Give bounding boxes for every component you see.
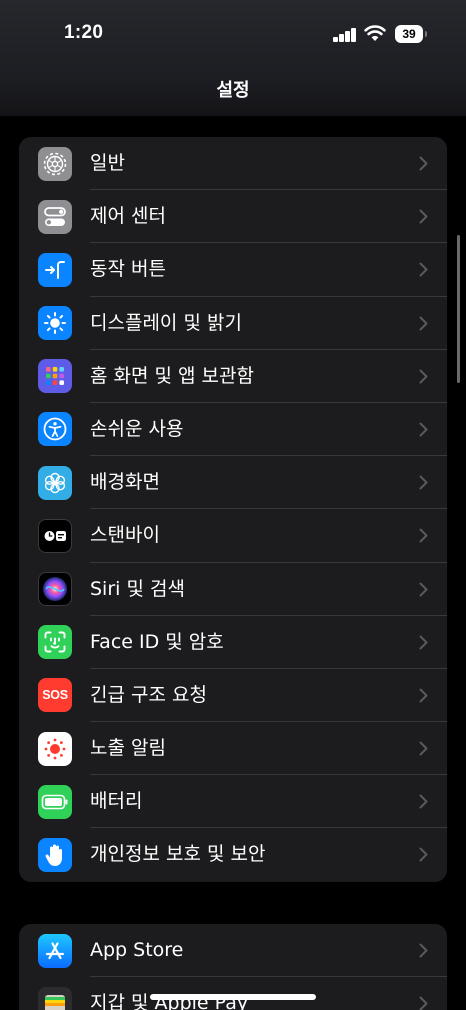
exposure-icon — [38, 731, 72, 766]
chevron-right-icon — [419, 316, 428, 331]
settings-row-app-store[interactable]: App Store — [19, 924, 447, 978]
settings-group-main: 일반 제어 센터 동작 버튼 디스플레이 및 밝기 홈 화면 및 앱 보관함 손… — [19, 137, 447, 882]
accessibility-icon — [38, 412, 72, 447]
wifi-icon — [364, 25, 386, 41]
standby-icon — [38, 518, 72, 553]
chevron-right-icon — [419, 996, 428, 1010]
status-time: 1:20 — [64, 22, 104, 43]
chevron-right-icon — [419, 688, 428, 703]
settings-row-privacy-security[interactable]: 개인정보 보호 및 보안 — [19, 828, 447, 881]
wallet-icon — [38, 986, 72, 1010]
settings-row-label: 노출 알림 — [90, 737, 166, 760]
hand-icon — [38, 837, 72, 872]
page-title: 설정 — [216, 80, 250, 101]
chevron-right-icon — [419, 528, 428, 543]
app-grid-icon — [38, 359, 72, 394]
settings-row-label: 배경화면 — [90, 471, 160, 494]
settings-row-label: 디스플레이 및 밝기 — [90, 311, 242, 334]
settings-row-control-center[interactable]: 제어 센터 — [19, 190, 447, 244]
chevron-right-icon — [419, 741, 428, 756]
settings-row-emergency-sos[interactable]: SOS 긴급 구조 요청 — [19, 669, 447, 723]
chevron-right-icon — [419, 209, 428, 224]
settings-row-label: Siri 및 검색 — [90, 577, 185, 600]
action-button-icon — [38, 252, 72, 287]
header: 1:20 39 설정 — [0, 0, 466, 116]
chevron-right-icon — [419, 635, 428, 650]
home-indicator[interactable] — [150, 994, 316, 1000]
chevron-right-icon — [419, 794, 428, 809]
gear-icon — [38, 146, 72, 181]
chevron-right-icon — [419, 943, 428, 958]
settings-row-label: 스탠바이 — [90, 524, 160, 547]
sos-icon: SOS — [38, 678, 72, 713]
battery-tip — [425, 31, 427, 37]
settings-row-display-brightness[interactable]: 디스플레이 및 밝기 — [19, 297, 447, 350]
status-bar: 1:20 39 — [0, 0, 466, 70]
cellular-signal-icon — [333, 28, 357, 42]
chevron-right-icon — [419, 156, 428, 171]
settings-row-label: 긴급 구조 요청 — [90, 683, 207, 706]
chevron-right-icon — [419, 369, 428, 384]
toggle-icon — [38, 199, 72, 234]
settings-row-siri-search[interactable]: Siri 및 검색 — [19, 563, 447, 616]
battery-icon — [38, 784, 72, 819]
settings-row-battery[interactable]: 배터리 — [19, 775, 447, 829]
chevron-right-icon — [419, 262, 428, 277]
settings-row-label: 홈 화면 및 앱 보관함 — [90, 364, 254, 387]
settings-row-wallpaper[interactable]: 배경화면 — [19, 456, 447, 510]
settings-row-label: App Store — [90, 939, 184, 961]
chevron-right-icon — [419, 422, 428, 437]
battery-level: 39 — [395, 25, 423, 43]
chevron-right-icon — [419, 847, 428, 862]
settings-row-face-id[interactable]: Face ID 및 암호 — [19, 616, 447, 669]
settings-row-label: 동작 버튼 — [90, 258, 166, 281]
settings-row-label: Face ID 및 암호 — [90, 630, 224, 653]
siri-icon — [38, 572, 72, 606]
settings-row-label: 개인정보 보호 및 보안 — [90, 843, 266, 866]
settings-row-home-screen[interactable]: 홈 화면 및 앱 보관함 — [19, 350, 447, 403]
settings-row-general[interactable]: 일반 — [19, 137, 447, 191]
sos-icon-text: SOS — [42, 688, 68, 703]
scroll-indicator[interactable] — [457, 235, 460, 383]
settings-row-label: 제어 센터 — [90, 205, 166, 228]
app-store-icon — [38, 933, 72, 968]
settings-row-exposure-notifications[interactable]: 노출 알림 — [19, 722, 447, 776]
face-id-icon — [38, 625, 72, 660]
settings-row-label: 손쉬운 사용 — [90, 417, 184, 440]
flower-icon — [38, 465, 72, 500]
settings-row-label: 일반 — [90, 152, 125, 174]
chevron-right-icon — [419, 475, 428, 490]
settings-row-standby[interactable]: 스탠바이 — [19, 509, 447, 563]
chevron-right-icon — [419, 582, 428, 596]
settings-row-accessibility[interactable]: 손쉬운 사용 — [19, 403, 447, 457]
settings-row-action-button[interactable]: 동작 버튼 — [19, 243, 447, 297]
settings-row-label: 배터리 — [90, 790, 143, 813]
sun-icon — [38, 306, 72, 341]
